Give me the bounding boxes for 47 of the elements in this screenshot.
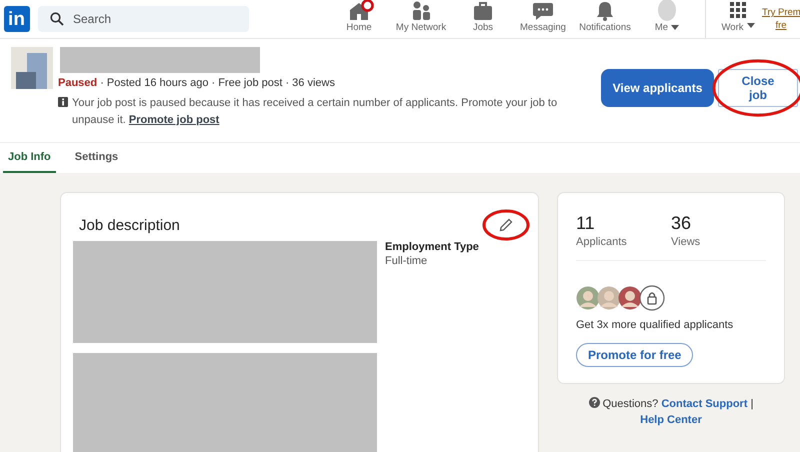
promote-link[interactable]: Promote job post <box>128 114 220 126</box>
job-status-line: Paused · Posted 16 hours ago · Free job post · 36 views <box>58 77 336 89</box>
company-logo-icon <box>11 47 53 89</box>
stat-value: 36 <box>671 213 692 234</box>
info-icon <box>58 97 68 107</box>
people-icon <box>410 0 432 20</box>
stat-value: 11 <box>576 213 596 234</box>
pause-notice: Your job post is paused because it has received a certain number of applicants. Promote your job to unpause it. Promote job post <box>72 96 558 128</box>
nav-item[interactable]: Notifications <box>573 0 637 38</box>
avatar-icon <box>597 286 621 310</box>
promote-text: Get 3x more qualified applicants <box>576 319 734 331</box>
stat-label: Applicants <box>576 236 628 248</box>
briefcase-icon <box>472 0 494 20</box>
nav-item[interactable]: Home <box>329 0 389 38</box>
separator: | <box>750 398 754 410</box>
detail-label: Employment Type <box>385 241 479 253</box>
premium-link[interactable]: Try Prem fre <box>762 0 800 38</box>
help-icon <box>588 397 600 408</box>
nav-item[interactable]: Me <box>637 0 697 38</box>
grid-icon <box>730 2 746 18</box>
nav-item[interactable]: Jobs <box>453 0 513 38</box>
caret-icon <box>746 23 754 28</box>
detail-value: Full-time <box>385 255 428 267</box>
search-field[interactable]: Search <box>38 6 249 32</box>
home-icon <box>348 0 370 20</box>
help-center-link[interactable]: Help Center <box>640 414 702 426</box>
help-text: Questions? <box>602 398 658 410</box>
promote-button[interactable]: Promote for free <box>576 343 694 367</box>
search-icon <box>50 12 64 26</box>
stat-label: Views <box>671 236 702 248</box>
work-menu[interactable]: Work <box>714 0 762 38</box>
close-job-button[interactable]: Close job <box>718 69 798 107</box>
avatar-icon <box>576 286 600 310</box>
card-title: Job description <box>79 216 180 234</box>
logo-icon[interactable]: in <box>4 6 30 32</box>
avatar-icon <box>618 286 642 310</box>
nav-item[interactable]: Messaging <box>513 0 573 38</box>
pencil-icon[interactable] <box>499 218 513 232</box>
bell-icon <box>594 0 616 20</box>
view-applicants-button[interactable]: View applicants <box>601 69 714 107</box>
caret-icon <box>671 24 680 30</box>
lock-icon <box>639 285 665 311</box>
avatar-icon <box>657 0 677 21</box>
nav-item[interactable]: My Network <box>389 0 453 38</box>
contact-support-link[interactable]: Contact Support <box>661 398 748 410</box>
tab[interactable]: Job Info <box>3 143 56 173</box>
tab[interactable]: Settings <box>70 143 124 173</box>
